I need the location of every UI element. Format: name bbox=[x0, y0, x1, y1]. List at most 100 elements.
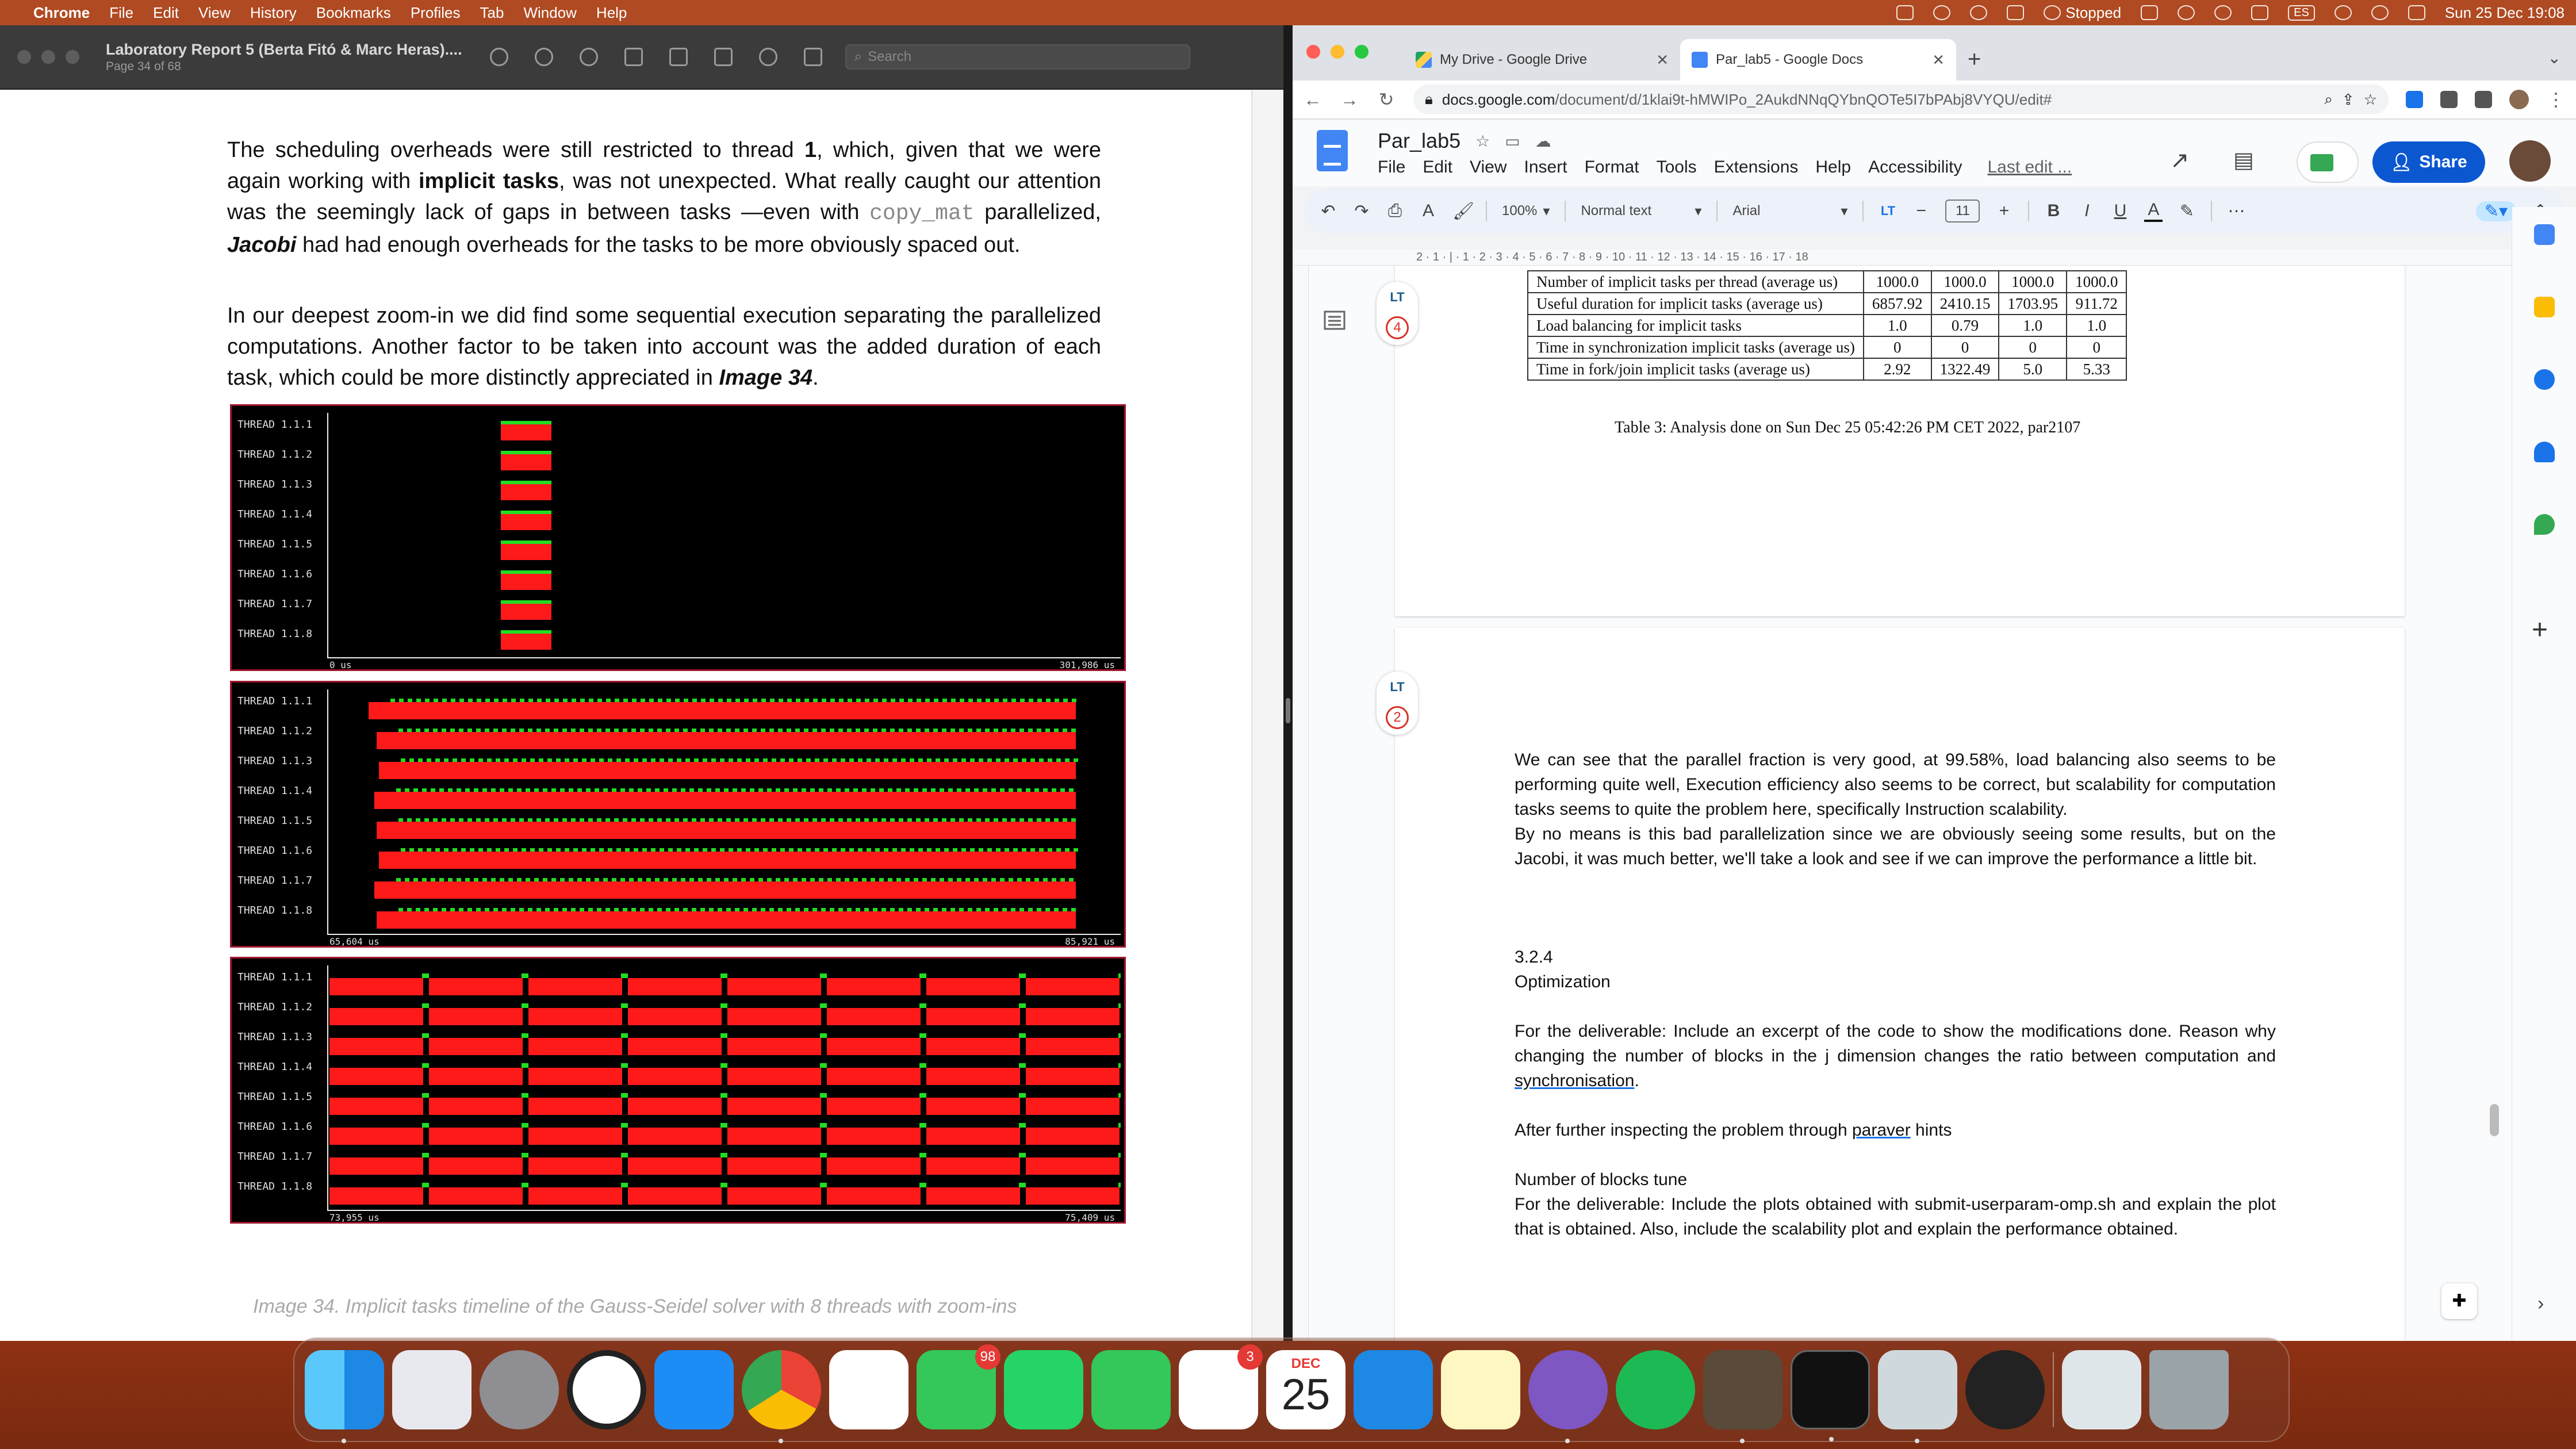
whatsapp-icon[interactable] bbox=[1004, 1350, 1083, 1429]
menu-clock[interactable]: Sun 25 Dec 19:08 bbox=[2445, 4, 2564, 22]
tab-search-chevron-icon[interactable]: ⌄ bbox=[2548, 48, 2561, 67]
print-icon[interactable]: ⎙ bbox=[1386, 201, 1404, 221]
extensions-puzzle-icon[interactable] bbox=[2440, 91, 2458, 108]
editing-mode-pencil-icon[interactable]: ✎▾ bbox=[2476, 201, 2516, 221]
zoom-lens-icon[interactable]: ⌕ bbox=[2324, 90, 2333, 109]
divider-handle[interactable] bbox=[1286, 698, 1290, 723]
status-clock-icon[interactable] bbox=[2178, 5, 2195, 20]
system-settings-icon[interactable] bbox=[480, 1350, 559, 1429]
status-display-icon[interactable] bbox=[2141, 5, 2159, 20]
languagetool-toolbar-icon[interactable]: LT bbox=[1879, 204, 1897, 218]
close-window-icon[interactable] bbox=[1306, 45, 1320, 59]
text-color-icon[interactable]: A bbox=[2144, 200, 2163, 222]
docs-menu-help[interactable]: Help bbox=[1815, 158, 1851, 177]
zoom-window-icon[interactable] bbox=[66, 50, 79, 64]
decrease-font-size-icon[interactable]: − bbox=[1912, 201, 1930, 221]
facetime-icon[interactable] bbox=[1091, 1350, 1171, 1429]
close-tab-icon[interactable]: ✕ bbox=[1932, 51, 1945, 69]
downloads-stack-icon[interactable] bbox=[2062, 1350, 2141, 1429]
notes-icon[interactable] bbox=[1441, 1350, 1520, 1429]
zoom-in-icon[interactable] bbox=[579, 48, 598, 66]
url-field[interactable]: 🔒︎ docs.google.com/document/d/1klai9t-hM… bbox=[1413, 85, 2389, 114]
trash-icon[interactable] bbox=[2149, 1350, 2229, 1429]
menu-bookmarks[interactable]: Bookmarks bbox=[316, 4, 391, 22]
clock-icon[interactable] bbox=[567, 1350, 646, 1429]
bluetooth-icon[interactable] bbox=[2214, 5, 2232, 20]
calendar-icon[interactable]: DEC 25 bbox=[1266, 1350, 1346, 1429]
mail-icon[interactable] bbox=[1354, 1350, 1433, 1429]
form-fill-icon[interactable] bbox=[803, 48, 822, 66]
add-addon-icon[interactable]: + bbox=[2532, 614, 2548, 646]
annotate-icon[interactable] bbox=[758, 48, 777, 66]
style-select[interactable]: Normal text ▾ bbox=[1581, 203, 1701, 220]
menu-view[interactable]: View bbox=[198, 4, 231, 22]
photos-icon[interactable] bbox=[829, 1350, 908, 1429]
cloud-saved-icon[interactable]: ☁ bbox=[1535, 132, 1551, 151]
markup-pen-icon[interactable] bbox=[669, 48, 688, 66]
status-stopped[interactable]: Stopped bbox=[2044, 4, 2121, 22]
info-icon[interactable] bbox=[489, 48, 508, 66]
contacts-app-icon[interactable] bbox=[2534, 442, 2555, 462]
menu-tab[interactable]: Tab bbox=[480, 4, 504, 22]
underline-icon[interactable]: U bbox=[2111, 201, 2129, 221]
menu-history[interactable]: History bbox=[250, 4, 297, 22]
deliverable-1-spell-flag[interactable]: synchronisation bbox=[1515, 1071, 1634, 1090]
emacs-icon[interactable] bbox=[1528, 1350, 1608, 1443]
menu-help[interactable]: Help bbox=[596, 4, 627, 22]
redo-icon[interactable]: ↷ bbox=[1352, 201, 1371, 221]
pdf-search-field[interactable]: ⌕ Search bbox=[845, 44, 1190, 70]
share-page-icon[interactable]: ⇪ bbox=[2342, 91, 2355, 109]
minimize-window-icon[interactable] bbox=[41, 50, 55, 64]
spotify-icon[interactable] bbox=[1616, 1350, 1695, 1429]
tab-google-docs[interactable]: Par_lab5 - Google Docs ✕ bbox=[1680, 39, 1956, 80]
preview-icon[interactable] bbox=[1878, 1350, 1957, 1443]
reload-icon[interactable]: ↻ bbox=[1377, 89, 1396, 110]
menu-profiles[interactable]: Profiles bbox=[411, 4, 461, 22]
forward-arrow-icon[interactable]: → bbox=[1340, 89, 1359, 110]
docs-menu-insert[interactable]: Insert bbox=[1524, 158, 1567, 177]
chrome-icon[interactable] bbox=[742, 1350, 821, 1443]
docs-menu-accessibility[interactable]: Accessibility bbox=[1868, 158, 1962, 177]
document-outline-icon[interactable] bbox=[1320, 306, 1349, 335]
focus-moon-icon[interactable] bbox=[2334, 5, 2352, 20]
bookmark-star-icon[interactable]: ☆ bbox=[2364, 91, 2377, 109]
docs-menu-extensions[interactable]: Extensions bbox=[1714, 158, 1799, 177]
close-window-icon[interactable] bbox=[17, 50, 31, 64]
languagetool-badge-page-2[interactable]: LT 2 bbox=[1377, 672, 1418, 735]
menu-app-name[interactable]: Chrome bbox=[33, 4, 90, 22]
profile-avatar[interactable] bbox=[2509, 90, 2529, 109]
maps-app-icon[interactable] bbox=[2534, 514, 2555, 535]
undo-icon[interactable]: ↶ bbox=[1319, 201, 1337, 221]
meet-button[interactable] bbox=[2297, 141, 2359, 183]
docs-home-icon[interactable] bbox=[1317, 130, 1348, 171]
wifi-icon[interactable] bbox=[2371, 5, 2389, 20]
docs-menu-view[interactable]: View bbox=[1470, 158, 1506, 177]
finder-icon[interactable] bbox=[305, 1350, 384, 1443]
vertical-ruler[interactable] bbox=[1293, 266, 1309, 1341]
paint-format-icon[interactable]: 🖌︎ bbox=[1452, 201, 1474, 221]
launchpad-icon[interactable] bbox=[392, 1350, 471, 1429]
messages-icon[interactable]: 98 bbox=[917, 1344, 1000, 1429]
share-button[interactable]: 👤︎ Share bbox=[2372, 141, 2485, 183]
comments-icon[interactable]: ▤ bbox=[2233, 147, 2254, 173]
docs-menu-file[interactable]: File bbox=[1378, 158, 1405, 177]
app-store-icon[interactable] bbox=[654, 1350, 734, 1429]
status-shield-icon[interactable] bbox=[2007, 5, 2025, 20]
zoom-select[interactable]: 100% ▾ bbox=[1502, 203, 1550, 220]
increase-font-size-icon[interactable]: + bbox=[1995, 201, 2013, 221]
languagetool-badge-page-1[interactable]: LT 4 bbox=[1377, 282, 1418, 345]
tasks-app-icon[interactable] bbox=[2534, 369, 2555, 390]
split-view-divider[interactable] bbox=[1283, 25, 1293, 1341]
activity-trend-icon[interactable]: ↗ bbox=[2170, 147, 2190, 174]
highlight-pen-icon[interactable]: ✎ bbox=[2178, 201, 2196, 221]
zoom-window-icon[interactable] bbox=[1355, 45, 1368, 59]
close-tab-icon[interactable]: ✕ bbox=[1656, 51, 1669, 69]
back-arrow-icon[interactable]: ← bbox=[1303, 89, 1322, 110]
account-avatar[interactable] bbox=[2509, 140, 2551, 182]
document-scrollbar-thumb[interactable] bbox=[2490, 1104, 2499, 1136]
menu-file[interactable]: File bbox=[109, 4, 133, 22]
explore-add-icon[interactable]: ✚ bbox=[2441, 1283, 2477, 1319]
font-select[interactable]: Arial ▾ bbox=[1732, 203, 1847, 220]
cyberduck-icon[interactable] bbox=[1703, 1350, 1782, 1443]
more-options-icon[interactable]: ⋯ bbox=[2227, 201, 2245, 221]
